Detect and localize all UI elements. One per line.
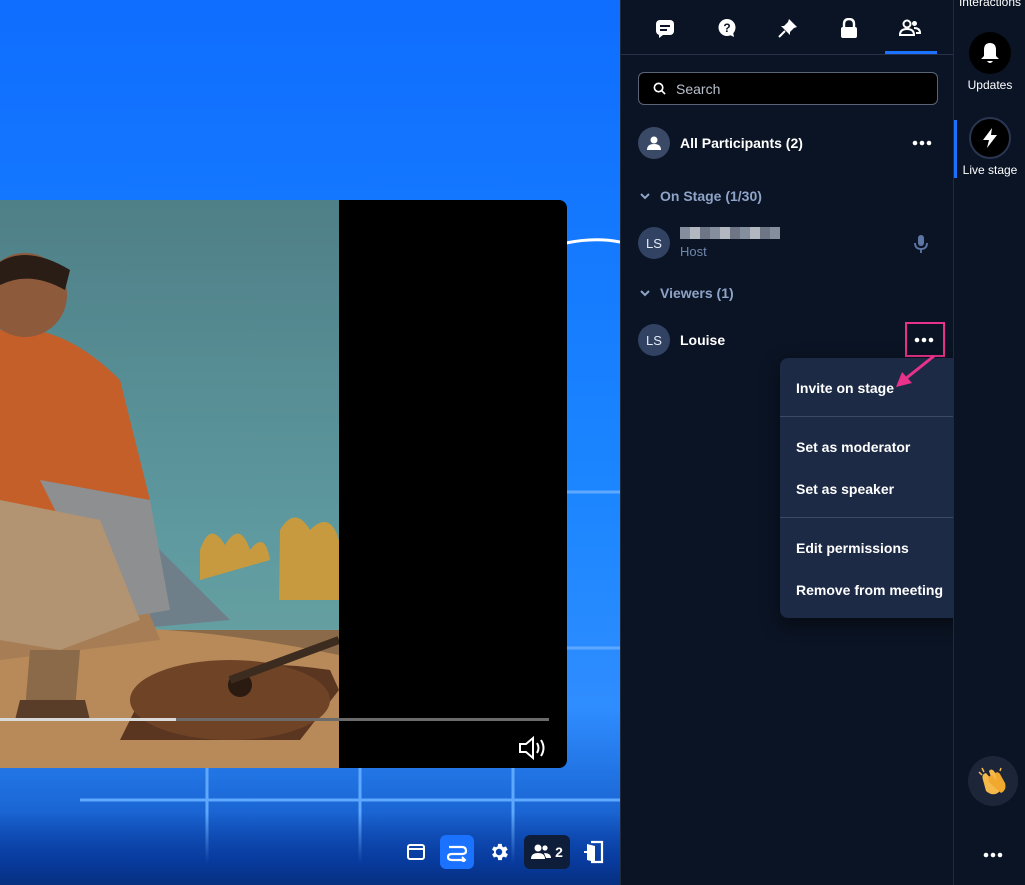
participants-count: 2 xyxy=(555,844,563,860)
live-stage-button[interactable] xyxy=(969,117,1011,159)
annotation-arrow-icon xyxy=(896,354,935,387)
on-stage-section-toggle[interactable]: On Stage (1/30) xyxy=(640,188,762,204)
stage-area: 2 xyxy=(0,0,620,885)
menu-item-invite-on-stage[interactable]: Invite on stage xyxy=(796,380,894,396)
tab-questions[interactable]: ? xyxy=(705,8,749,48)
question-icon: ? xyxy=(718,19,736,37)
bell-icon xyxy=(981,43,999,63)
rail-more-button[interactable] xyxy=(978,846,1008,864)
clapping-hands-icon xyxy=(978,767,1006,795)
rail-item-live-stage[interactable]: Live stage xyxy=(954,117,1025,177)
video-frame-image xyxy=(0,200,339,768)
participant-search[interactable] xyxy=(638,72,938,105)
right-rail: Interactions Updates Live stage xyxy=(953,0,1025,885)
lock-icon xyxy=(841,18,857,38)
leave-button[interactable] xyxy=(580,835,608,869)
all-participants-label: All Participants (2) xyxy=(680,135,803,151)
volume-icon[interactable] xyxy=(517,734,549,762)
video-progress-bar[interactable] xyxy=(0,718,549,721)
live-stage-label: Live stage xyxy=(962,163,1018,177)
menu-item-set-moderator[interactable]: Set as moderator xyxy=(796,439,910,455)
search-icon xyxy=(653,82,666,95)
viewers-section-toggle[interactable]: Viewers (1) xyxy=(640,285,734,301)
switch-view-button[interactable] xyxy=(440,835,474,869)
tab-participants[interactable] xyxy=(888,8,932,48)
pin-icon xyxy=(778,19,797,38)
tab-chat[interactable] xyxy=(643,8,687,48)
reaction-button[interactable] xyxy=(968,756,1018,806)
rail-item-updates[interactable]: Updates xyxy=(954,32,1025,92)
all-participants-more-button[interactable] xyxy=(906,131,938,155)
avatar: LS xyxy=(638,227,670,259)
interactions-label: Interactions xyxy=(958,0,1022,9)
participants-icon xyxy=(899,19,921,36)
exit-door-icon xyxy=(584,840,604,864)
avatar: LS xyxy=(638,324,670,356)
on-stage-label: On Stage (1/30) xyxy=(660,188,762,204)
menu-item-set-speaker[interactable]: Set as speaker xyxy=(796,481,894,497)
layout-button[interactable] xyxy=(402,835,430,869)
person-icon xyxy=(647,136,661,150)
participants-icon xyxy=(531,844,552,859)
more-dots-icon xyxy=(983,852,1003,858)
video-progress-fill xyxy=(0,718,176,721)
avatar xyxy=(638,127,670,159)
settings-button[interactable] xyxy=(484,835,514,869)
tab-pinned[interactable] xyxy=(766,8,810,48)
layout-icon xyxy=(407,844,425,860)
host-role-label: Host xyxy=(680,244,707,259)
updates-label: Updates xyxy=(967,78,1013,92)
chat-icon xyxy=(656,20,674,38)
participant-row-host[interactable]: LS Host xyxy=(638,225,938,261)
viewers-label: Viewers (1) xyxy=(660,285,734,301)
redacted-host-name xyxy=(680,227,780,239)
search-input[interactable] xyxy=(676,80,916,97)
video-player[interactable] xyxy=(0,200,567,768)
chevron-down-icon xyxy=(640,290,650,297)
menu-item-remove-from-meeting[interactable]: Remove from meeting xyxy=(796,582,943,598)
chevron-down-icon xyxy=(640,193,650,200)
more-dots-icon xyxy=(912,140,932,146)
menu-item-edit-permissions[interactable]: Edit permissions xyxy=(796,540,909,556)
gear-icon xyxy=(492,843,508,861)
active-tab-indicator xyxy=(885,51,937,54)
participant-name: Louise xyxy=(680,332,726,348)
microphone-icon[interactable] xyxy=(914,235,928,253)
participants-count-button[interactable]: 2 xyxy=(524,835,570,869)
lightning-icon xyxy=(983,128,997,148)
all-participants-row[interactable]: All Participants (2) xyxy=(638,126,938,160)
switch-icon xyxy=(446,845,468,862)
svg-text:?: ? xyxy=(723,21,730,35)
panel-tabs: ? xyxy=(621,0,954,55)
updates-button[interactable] xyxy=(969,32,1011,74)
tab-private[interactable] xyxy=(827,8,871,48)
